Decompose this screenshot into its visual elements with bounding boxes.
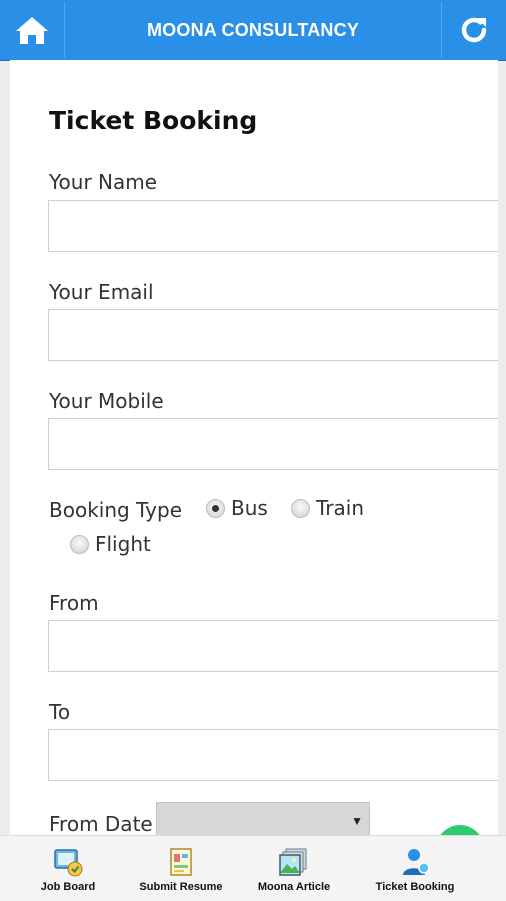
- radio-train[interactable]: Train: [291, 496, 364, 520]
- booking-type-group: Bus Train Flight: [10, 60, 498, 835]
- from-date-select[interactable]: ▼: [156, 802, 370, 835]
- refresh-button[interactable]: [441, 2, 506, 58]
- app-header: MOONA CONSULTANCY: [0, 0, 506, 61]
- ticket-booking-form: Ticket Booking Your Name Your Email Your…: [10, 60, 498, 835]
- app-title: MOONA CONSULTANCY: [146, 19, 360, 40]
- to-field[interactable]: [48, 729, 498, 781]
- bottom-nav: Job Board Submit Resume Moona Article Ti…: [0, 835, 506, 901]
- radio-train-circle[interactable]: [291, 498, 310, 518]
- radio-train-label: Train: [316, 496, 364, 520]
- radio-flight-label: Flight: [95, 532, 151, 556]
- home-icon: [16, 17, 48, 44]
- from-field[interactable]: [48, 620, 498, 672]
- tab-job-board[interactable]: Job Board: [5, 836, 131, 901]
- radio-bus[interactable]: Bus: [206, 496, 268, 520]
- to-label: To: [49, 700, 71, 724]
- radio-flight[interactable]: Flight: [70, 532, 151, 556]
- tab-moona-article-label: Moona Article: [257, 881, 331, 893]
- tab-moona-article[interactable]: Moona Article: [231, 836, 357, 901]
- radio-bus-circle[interactable]: [206, 498, 225, 518]
- dropdown-arrow-icon: ▼: [351, 814, 363, 828]
- tab-ticket-booking[interactable]: Ticket Booking: [352, 836, 478, 901]
- radio-bus-label: Bus: [231, 496, 268, 520]
- tab-submit-resume-label: Submit Resume: [139, 881, 223, 893]
- tab-submit-resume[interactable]: Submit Resume: [118, 836, 244, 901]
- home-button[interactable]: [0, 2, 65, 58]
- tab-job-board-label: Job Board: [40, 881, 96, 893]
- ticket-booking-icon: [403, 849, 430, 875]
- tab-ticket-booking-label: Ticket Booking: [375, 881, 455, 893]
- from-label: From: [49, 591, 99, 615]
- from-date-label: From Date: [49, 812, 153, 835]
- refresh-icon: [461, 17, 487, 43]
- job-board-icon: [54, 849, 83, 877]
- radio-flight-circle[interactable]: [70, 534, 89, 554]
- submit-resume-icon: [170, 848, 192, 876]
- moona-article-icon: [279, 848, 307, 876]
